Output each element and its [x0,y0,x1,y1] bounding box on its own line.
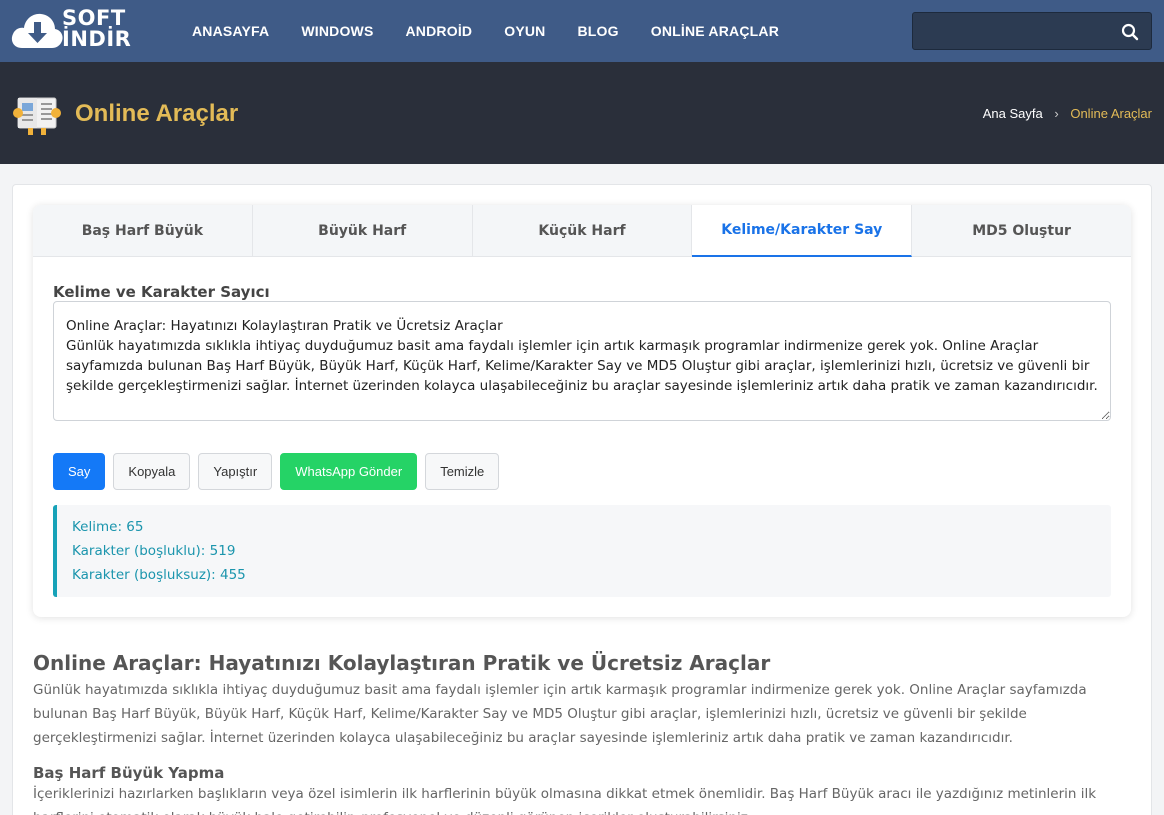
result-karakter-bosluksuz: Karakter (boşluksuz): 455 [72,567,246,583]
text-input-area[interactable]: Online Araçlar: Hayatınızı Kolaylaştıran… [53,301,1111,421]
breadcrumb: Ana Sayfa › Online Araçlar [983,106,1152,121]
content-card: Baş Harf Büyük Büyük Harf Küçük Harf Kel… [12,184,1152,815]
action-buttons: Say Kopyala Yapıştır WhatsApp Gönder Tem… [53,453,507,490]
search-box [912,12,1152,50]
tool-tabs: Baş Harf Büyük Büyük Harf Küçük Harf Kel… [33,205,1131,257]
nav-item-android[interactable]: ANDROİD [406,23,473,39]
breadcrumb-current: Online Araçlar [1070,106,1152,121]
article-heading: Online Araçlar: Hayatınızı Kolaylaştıran… [33,651,771,675]
site-logo[interactable]: SOFT İNDİR [10,8,160,54]
download-cloud-icon [11,13,63,48]
nav-item-blog[interactable]: BLOG [577,23,618,39]
newspaper-icon [13,97,61,135]
result-karakter-bosluklu: Karakter (boşluklu): 519 [72,543,236,559]
result-kelime: Kelime: 65 [72,519,144,535]
tab-kelime-karakter-say[interactable]: Kelime/Karakter Say [692,205,913,257]
breadcrumb-separator: › [1054,106,1059,121]
article-intro: Günlük hayatımızda sıklıkla ihtiyaç duyd… [33,682,1087,746]
section-heading: Baş Harf Büyük Yapma [33,764,225,782]
page-title: Online Araçlar [75,100,239,127]
search-input[interactable] [913,13,1113,49]
tool-panel: Baş Harf Büyük Büyük Harf Küçük Harf Kel… [33,205,1131,617]
nav-item-windows[interactable]: WINDOWS [301,23,373,39]
whatsapp-button[interactable]: WhatsApp Gönder [280,453,418,490]
tab-kucuk-harf[interactable]: Küçük Harf [473,205,693,257]
logo-line1: SOFT [62,6,126,30]
nav-item-anasayfa[interactable]: ANASAYFA [192,23,269,39]
top-navbar: SOFT İNDİR ANASAYFA WINDOWS ANDROİD OYUN… [0,0,1164,62]
logo-text: SOFT İNDİR [62,8,131,50]
result-box: Kelime: 65 Karakter (boşluklu): 519 Kara… [53,505,1111,597]
say-button[interactable]: Say [53,453,106,490]
section-text: İçeriklerinizi hazırlarken başlıkların v… [33,786,1097,815]
nav-item-oyun[interactable]: OYUN [504,23,545,39]
tab-md5-olustur[interactable]: MD5 Oluştur [912,205,1131,257]
main-nav: ANASAYFA WINDOWS ANDROİD OYUN BLOG ONLİN… [176,0,795,62]
tab-buyuk-harf[interactable]: Büyük Harf [253,205,473,257]
article: Online Araçlar: Hayatınızı Kolaylaştıran… [33,651,1123,815]
search-icon[interactable] [1121,23,1139,41]
nav-item-online-araclar[interactable]: ONLİNE ARAÇLAR [651,23,779,39]
logo-line2: İNDİR [62,27,132,51]
tab-bas-harf-buyuk[interactable]: Baş Harf Büyük [33,205,253,257]
temizle-button[interactable]: Temizle [425,453,500,490]
yapistir-button[interactable]: Yapıştır [198,453,273,490]
kopyala-button[interactable]: Kopyala [113,453,191,490]
breadcrumb-home[interactable]: Ana Sayfa [983,106,1043,121]
page-header: Online Araçlar Ana Sayfa › Online Araçla… [0,62,1164,164]
tool-label: Kelime ve Karakter Sayıcı [53,283,270,301]
